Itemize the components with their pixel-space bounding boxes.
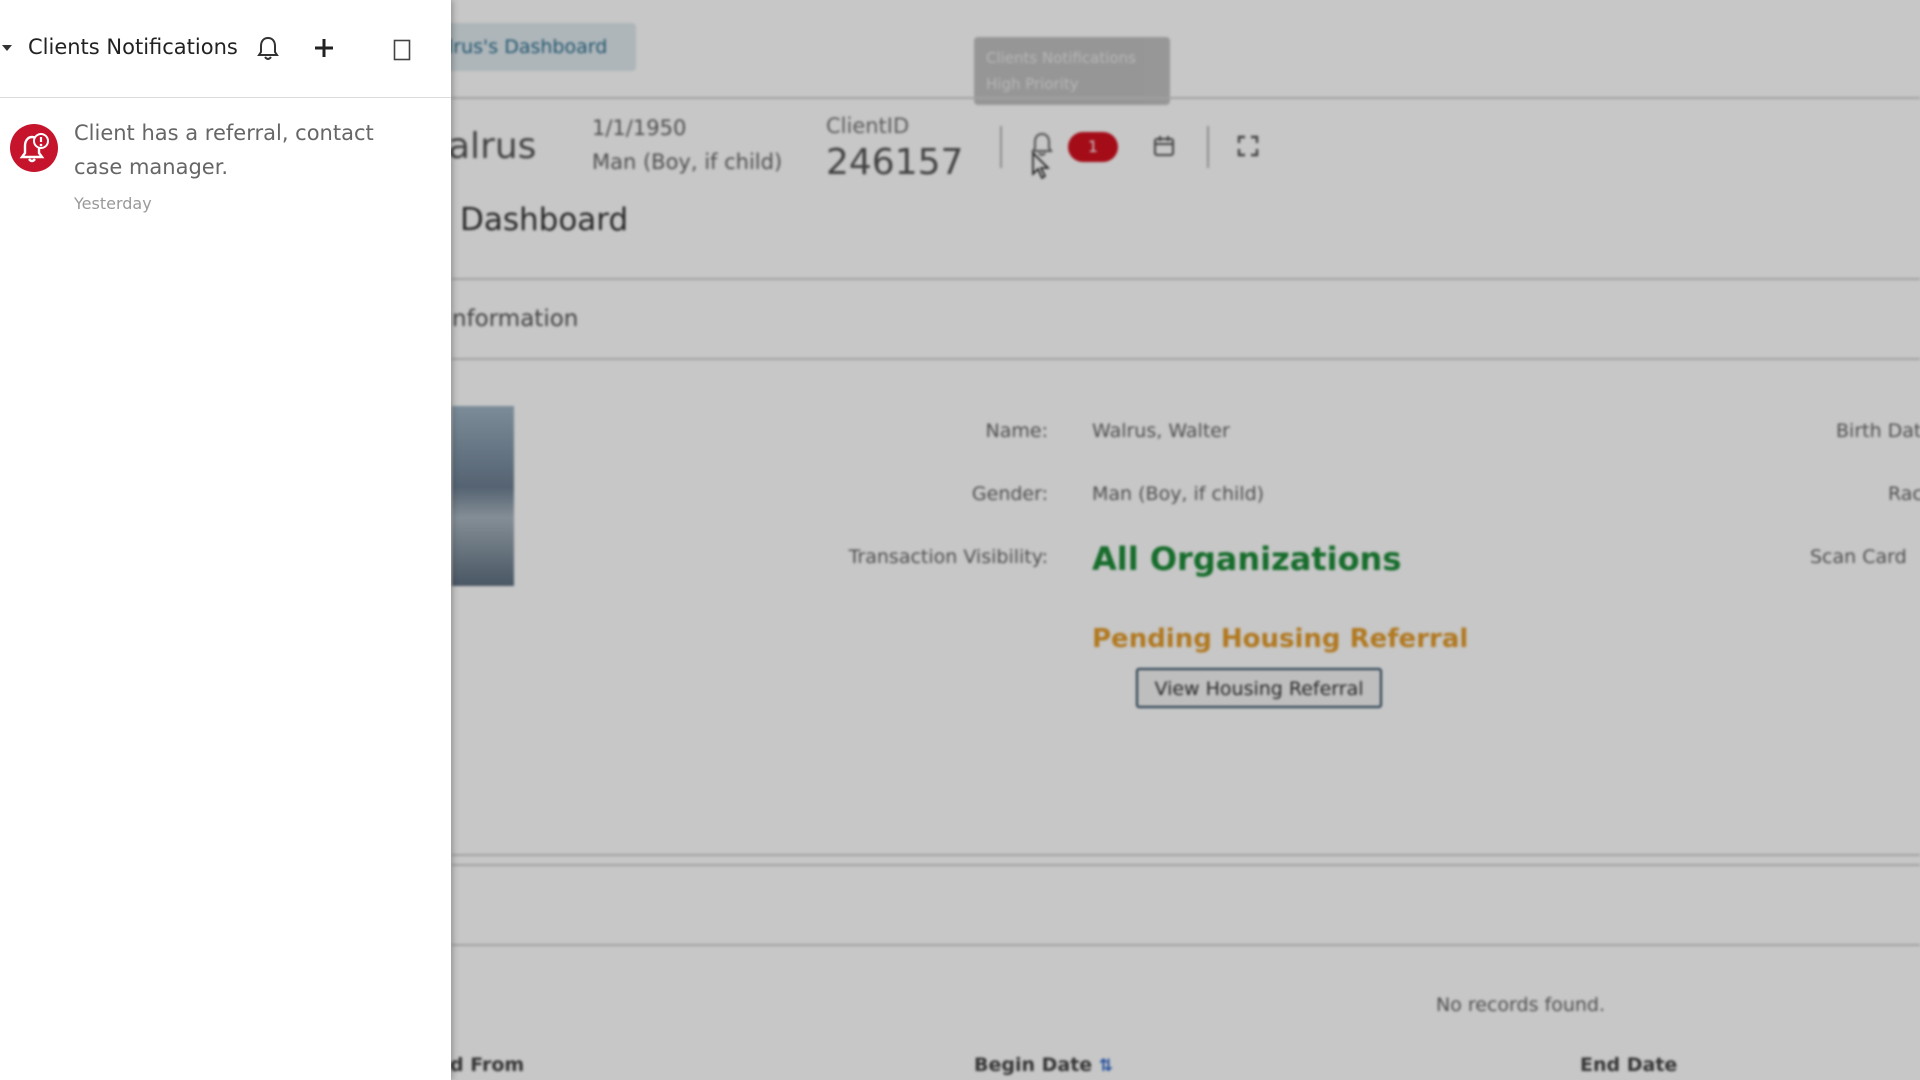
panel-header: Clients Notifications: [0, 0, 451, 98]
notifications-panel: Clients Notifications Client has a refer…: [0, 0, 451, 1080]
notification-text: Client has a referral, contact case mana…: [74, 121, 374, 179]
panel-title: Clients Notifications: [28, 35, 238, 59]
square-icon[interactable]: [393, 39, 411, 65]
bell-icon[interactable]: [256, 36, 280, 66]
bell-alert-icon: [10, 124, 58, 172]
plus-icon[interactable]: [312, 36, 336, 64]
caret-down-icon[interactable]: [2, 45, 12, 51]
notification-time: Yesterday: [74, 194, 152, 213]
